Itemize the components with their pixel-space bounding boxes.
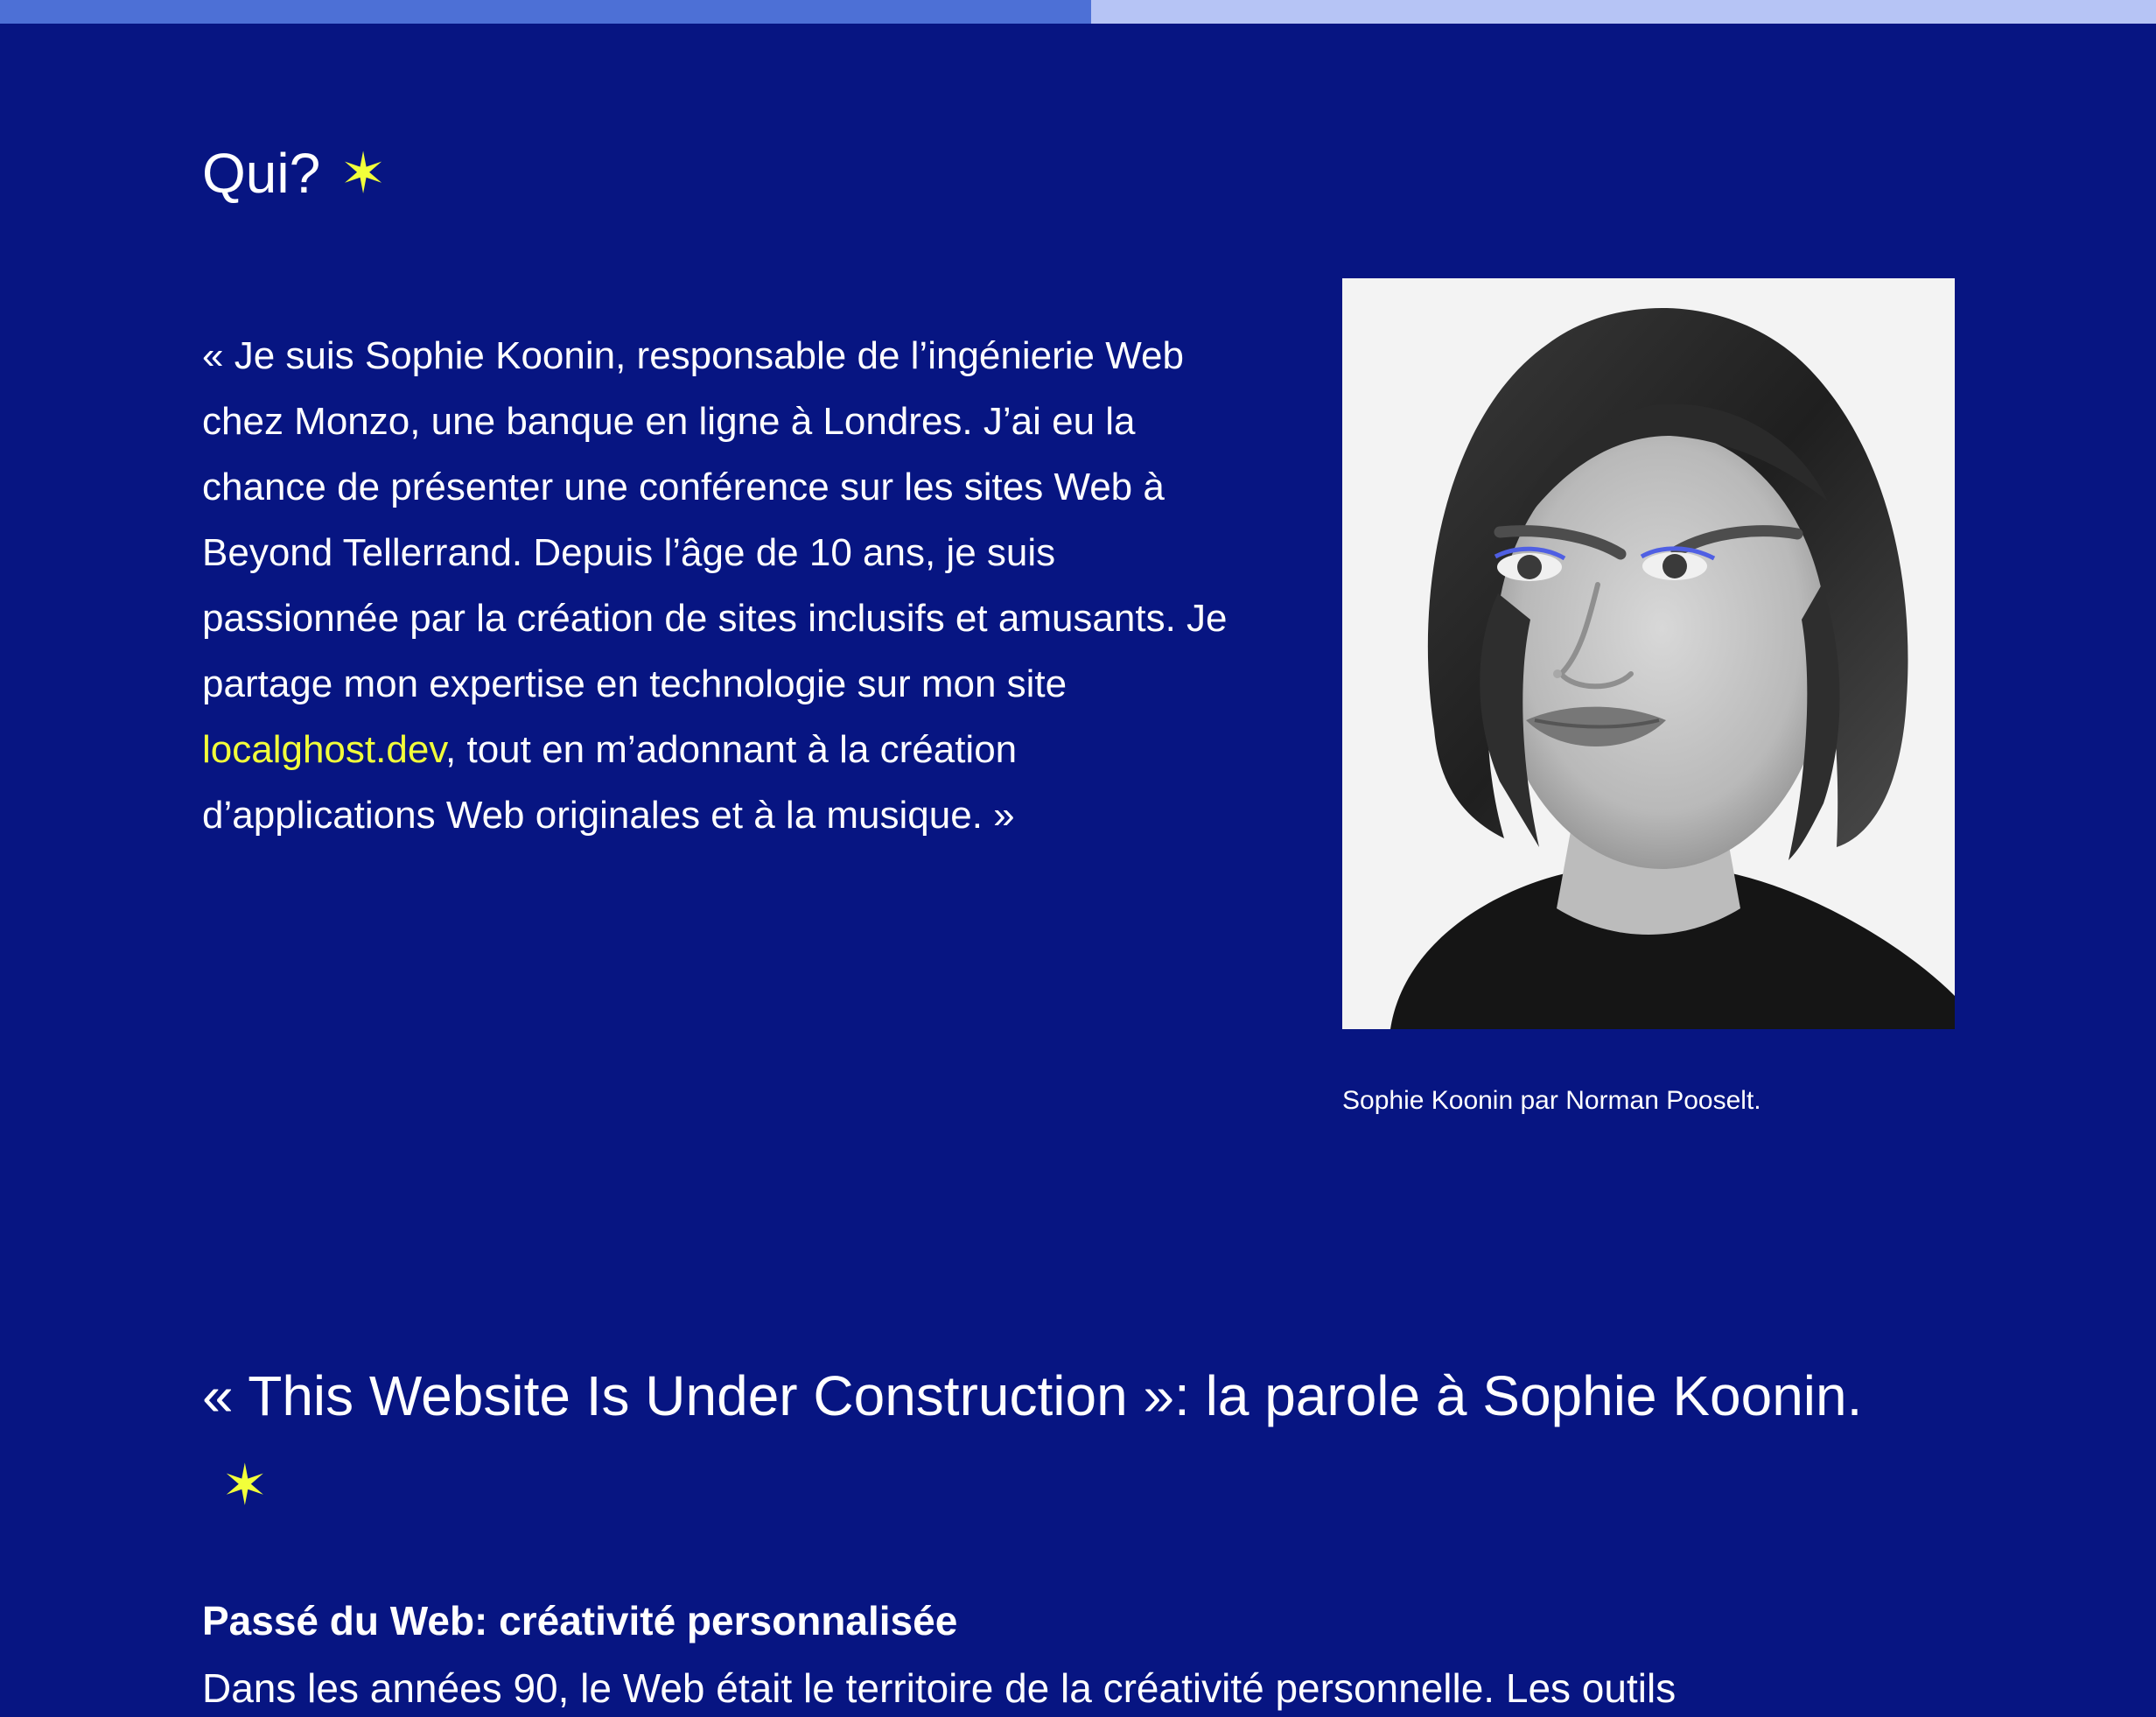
article-title-text: « This Website Is Under Construction »: … [202,1364,1863,1427]
article-subheading: Passé du Web: créativité personnalisée [202,1598,958,1643]
speaker-bio: « Je suis Sophie Koonin, responsable de … [202,323,1243,848]
localghost-link[interactable]: localghost.dev [202,728,445,771]
speaker-portrait-image [1342,278,1955,1029]
who-section-title: Qui? ✶ [202,140,387,207]
star-icon: ✶ [340,142,387,205]
speaker-photo-figure: Sophie Koonin par Norman Pooselt. [1342,278,1955,1118]
article-paragraph: Dans les années 90, le Web était le terr… [202,1665,1676,1711]
photo-caption: Sophie Koonin par Norman Pooselt. [1342,1086,1761,1115]
page: Qui? ✶ « Je suis Sophie Koonin, responsab… [0,0,2156,1717]
who-title-text: Qui? [202,142,321,205]
reading-progress-bar [0,0,2156,24]
star-icon: ✶ [221,1454,269,1517]
bio-text-start: « Je suis Sophie Koonin, responsable de … [202,334,1228,705]
reading-progress-fill [0,0,1091,24]
article-title: « This Website Is Under Construction »: … [202,1351,1917,1530]
